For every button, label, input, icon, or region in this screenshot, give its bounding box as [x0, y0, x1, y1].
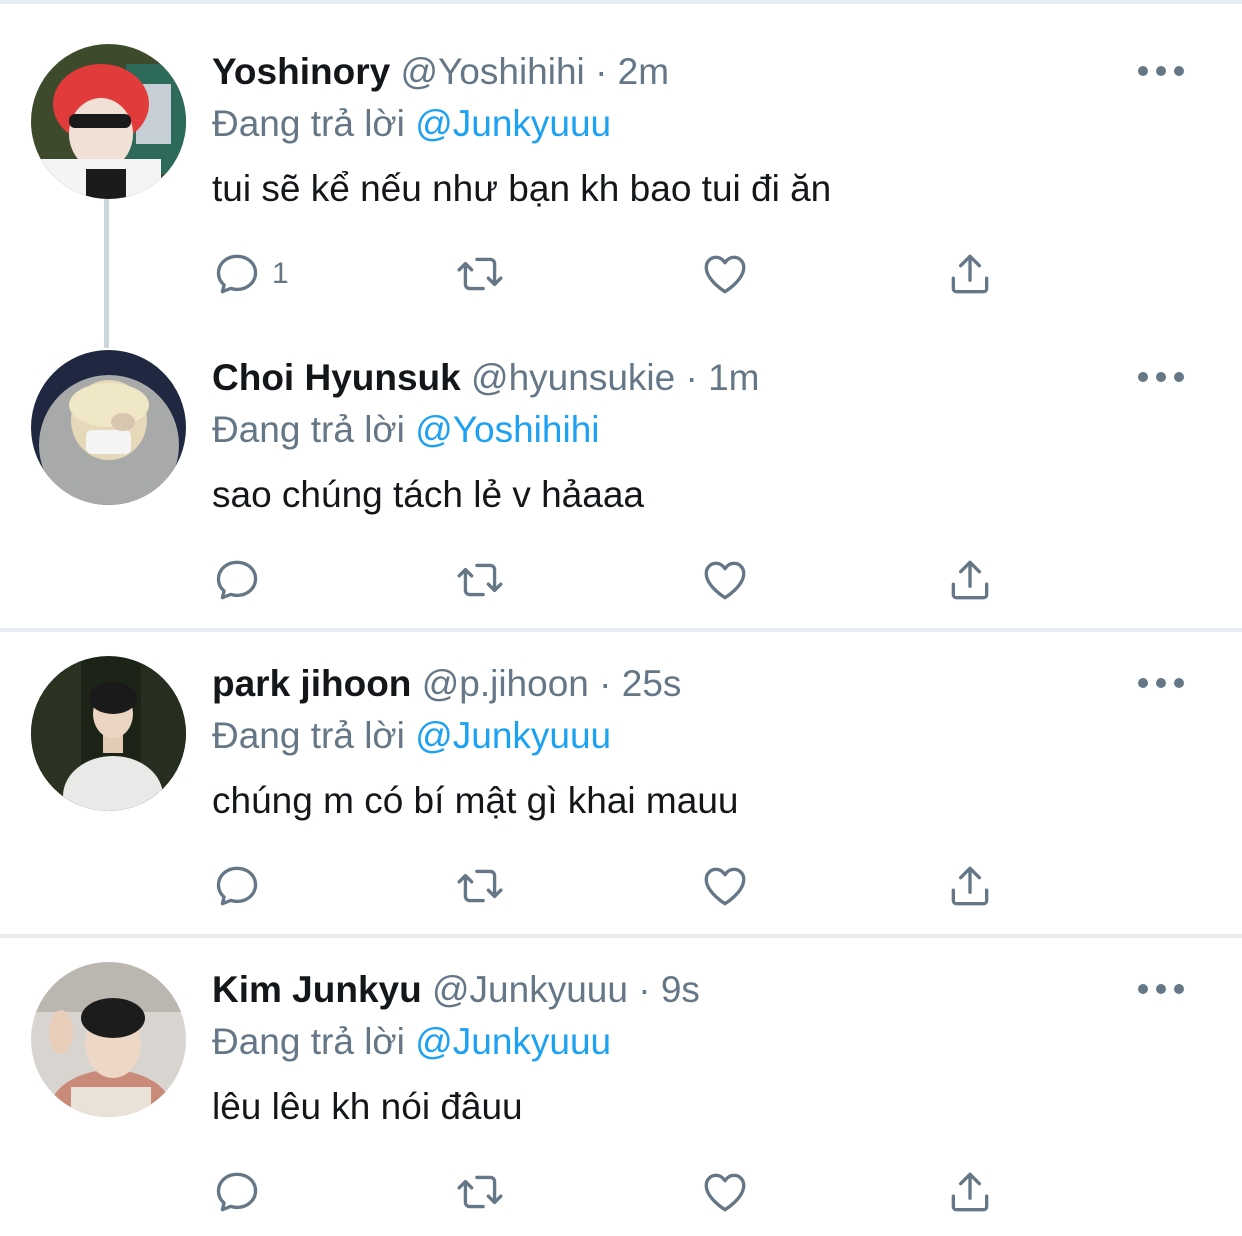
- avatar-image: [31, 962, 186, 1117]
- share-icon: [951, 866, 989, 906]
- like-icon: [704, 1173, 746, 1212]
- replying-to-label: Đang trả lời: [212, 715, 405, 756]
- share-button[interactable]: [945, 860, 995, 912]
- user-handle[interactable]: @hyunsukie: [471, 357, 675, 398]
- tweet-text: sao chúng tách lẻ v hảaaa: [212, 474, 644, 515]
- like-icon: [704, 561, 746, 600]
- retweet-icon: [457, 1175, 503, 1209]
- replying-to-label: Đang trả lời: [212, 409, 405, 450]
- replying-to-line: Đang trả lời @Junkyuuu: [212, 102, 611, 146]
- retweet-button[interactable]: [455, 860, 505, 912]
- share-icon: [951, 254, 989, 294]
- display-name[interactable]: Kim Junkyu: [212, 969, 422, 1010]
- timestamp[interactable]: 9s: [661, 969, 700, 1010]
- replying-to-label: Đang trả lời: [212, 1021, 405, 1062]
- mention-link[interactable]: @Junkyuuu: [415, 715, 611, 756]
- timestamp[interactable]: 1m: [708, 357, 759, 398]
- reply-icon: [216, 866, 258, 906]
- more-icon[interactable]: [1138, 366, 1184, 388]
- share-button[interactable]: [945, 248, 995, 300]
- more-icon[interactable]: [1138, 60, 1184, 82]
- timestamp[interactable]: 2m: [618, 51, 669, 92]
- like-icon: [704, 867, 746, 906]
- reply-count: 1: [272, 257, 289, 290]
- avatar[interactable]: [31, 962, 186, 1117]
- separator-dot: ·: [595, 51, 608, 92]
- like-button[interactable]: [700, 860, 750, 912]
- separator-dot: ·: [638, 969, 651, 1010]
- avatar-image: [31, 656, 186, 811]
- tweet-park-jihoon[interactable]: park jihoon @p.jihoon · 25s Đang trả lời…: [0, 612, 1242, 938]
- share-icon: [951, 1172, 989, 1212]
- tweet-header: Yoshinory @Yoshihihi · 2m: [212, 50, 669, 94]
- replying-to-line: Đang trả lời @Junkyuuu: [212, 714, 611, 758]
- retweet-icon: [457, 869, 503, 903]
- like-icon: [704, 255, 746, 294]
- tweet-yoshinory[interactable]: Yoshinory @Yoshihihi · 2m Đang trả lời @…: [0, 0, 1242, 348]
- tweet-text: lêu lêu kh nói đâuu: [212, 1086, 523, 1127]
- reply-icon: [216, 254, 258, 294]
- tweet-header: park jihoon @p.jihoon · 25s: [212, 662, 681, 706]
- replying-to-label: Đang trả lời: [212, 103, 405, 144]
- avatar-image: [31, 44, 186, 199]
- display-name[interactable]: park jihoon: [212, 663, 411, 704]
- user-handle[interactable]: @Junkyuuu: [432, 969, 628, 1010]
- display-name[interactable]: Choi Hyunsuk: [212, 357, 461, 398]
- mention-link[interactable]: @Yoshihihi: [415, 409, 599, 450]
- retweet-icon: [457, 563, 503, 597]
- retweet-button[interactable]: [455, 248, 505, 300]
- avatar[interactable]: [31, 350, 186, 505]
- user-handle[interactable]: @p.jihoon: [422, 663, 589, 704]
- tweet-text: tui sẽ kể nếu như bạn kh bao tui đi ăn: [212, 168, 832, 209]
- reply-button[interactable]: [212, 860, 272, 912]
- share-button[interactable]: [945, 1166, 995, 1218]
- like-button[interactable]: [700, 554, 750, 606]
- retweet-button[interactable]: [455, 1166, 505, 1218]
- tweet-choi-hyunsuk[interactable]: Choi Hyunsuk @hyunsukie · 1m Đang trả lờ…: [0, 306, 1242, 632]
- tweet-text: chúng m có bí mật gì khai mauu: [212, 780, 739, 821]
- reply-button[interactable]: 1: [212, 248, 289, 300]
- mention-link[interactable]: @Junkyuuu: [415, 103, 611, 144]
- replying-to-line: Đang trả lời @Junkyuuu: [212, 1020, 611, 1064]
- reply-button[interactable]: [212, 1166, 272, 1218]
- retweet-icon: [457, 257, 503, 291]
- separator-dot: ·: [685, 357, 698, 398]
- reply-icon: [216, 560, 258, 600]
- more-icon[interactable]: [1138, 672, 1184, 694]
- avatar[interactable]: [31, 44, 186, 199]
- avatar[interactable]: [31, 656, 186, 811]
- more-icon[interactable]: [1138, 978, 1184, 1000]
- retweet-button[interactable]: [455, 554, 505, 606]
- like-button[interactable]: [700, 1166, 750, 1218]
- display-name[interactable]: Yoshinory: [212, 51, 390, 92]
- reply-icon: [216, 1172, 258, 1212]
- timestamp[interactable]: 25s: [622, 663, 682, 704]
- tweet-header: Choi Hyunsuk @hyunsukie · 1m: [212, 356, 760, 400]
- share-button[interactable]: [945, 554, 995, 606]
- mention-link[interactable]: @Junkyuuu: [415, 1021, 611, 1062]
- like-button[interactable]: [700, 248, 750, 300]
- avatar-image: [31, 350, 186, 505]
- separator-dot: ·: [599, 663, 612, 704]
- replying-to-line: Đang trả lời @Yoshihihi: [212, 408, 600, 452]
- tweet-kim-junkyu[interactable]: Kim Junkyu @Junkyuuu · 9s Đang trả lời @…: [0, 918, 1242, 1236]
- reply-button[interactable]: [212, 554, 272, 606]
- user-handle[interactable]: @Yoshihihi: [400, 51, 584, 92]
- tweet-header: Kim Junkyu @Junkyuuu · 9s: [212, 968, 700, 1012]
- share-icon: [951, 560, 989, 600]
